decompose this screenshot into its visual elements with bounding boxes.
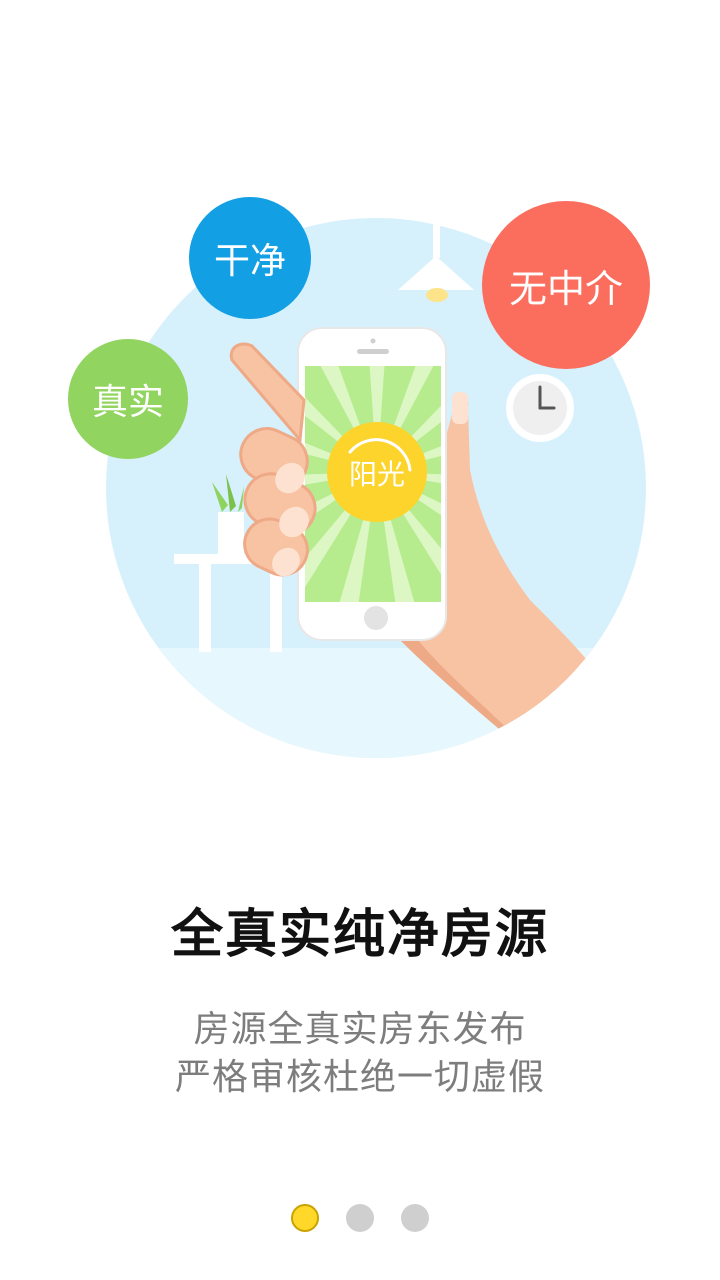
badge-no-agent: 无中介 [482,201,650,369]
page-indicator [0,1204,720,1234]
page-dot-3[interactable] [401,1204,429,1232]
page-dot-2[interactable] [346,1204,374,1232]
page-dot-1-active[interactable] [291,1204,319,1232]
phone-screen-label: 阳光 [348,458,405,491]
onboarding-illustration: 干净 真实 无中介 阳光 [0,0,720,800]
phone-home-button [364,606,388,630]
badge-clean-label: 干净 [213,241,286,282]
badge-clean: 干净 [189,197,311,319]
wall-clock-icon [506,374,574,442]
description-line-2: 严格审核杜绝一切虚假 [174,1057,545,1098]
badge-real: 真实 [68,339,188,459]
badge-real-label: 真实 [91,382,164,423]
badge-no-agent-label: 无中介 [508,266,623,311]
description-line-1: 房源全真实房东发布 [193,1009,527,1050]
page-title: 全真实纯净房源 [170,905,549,965]
